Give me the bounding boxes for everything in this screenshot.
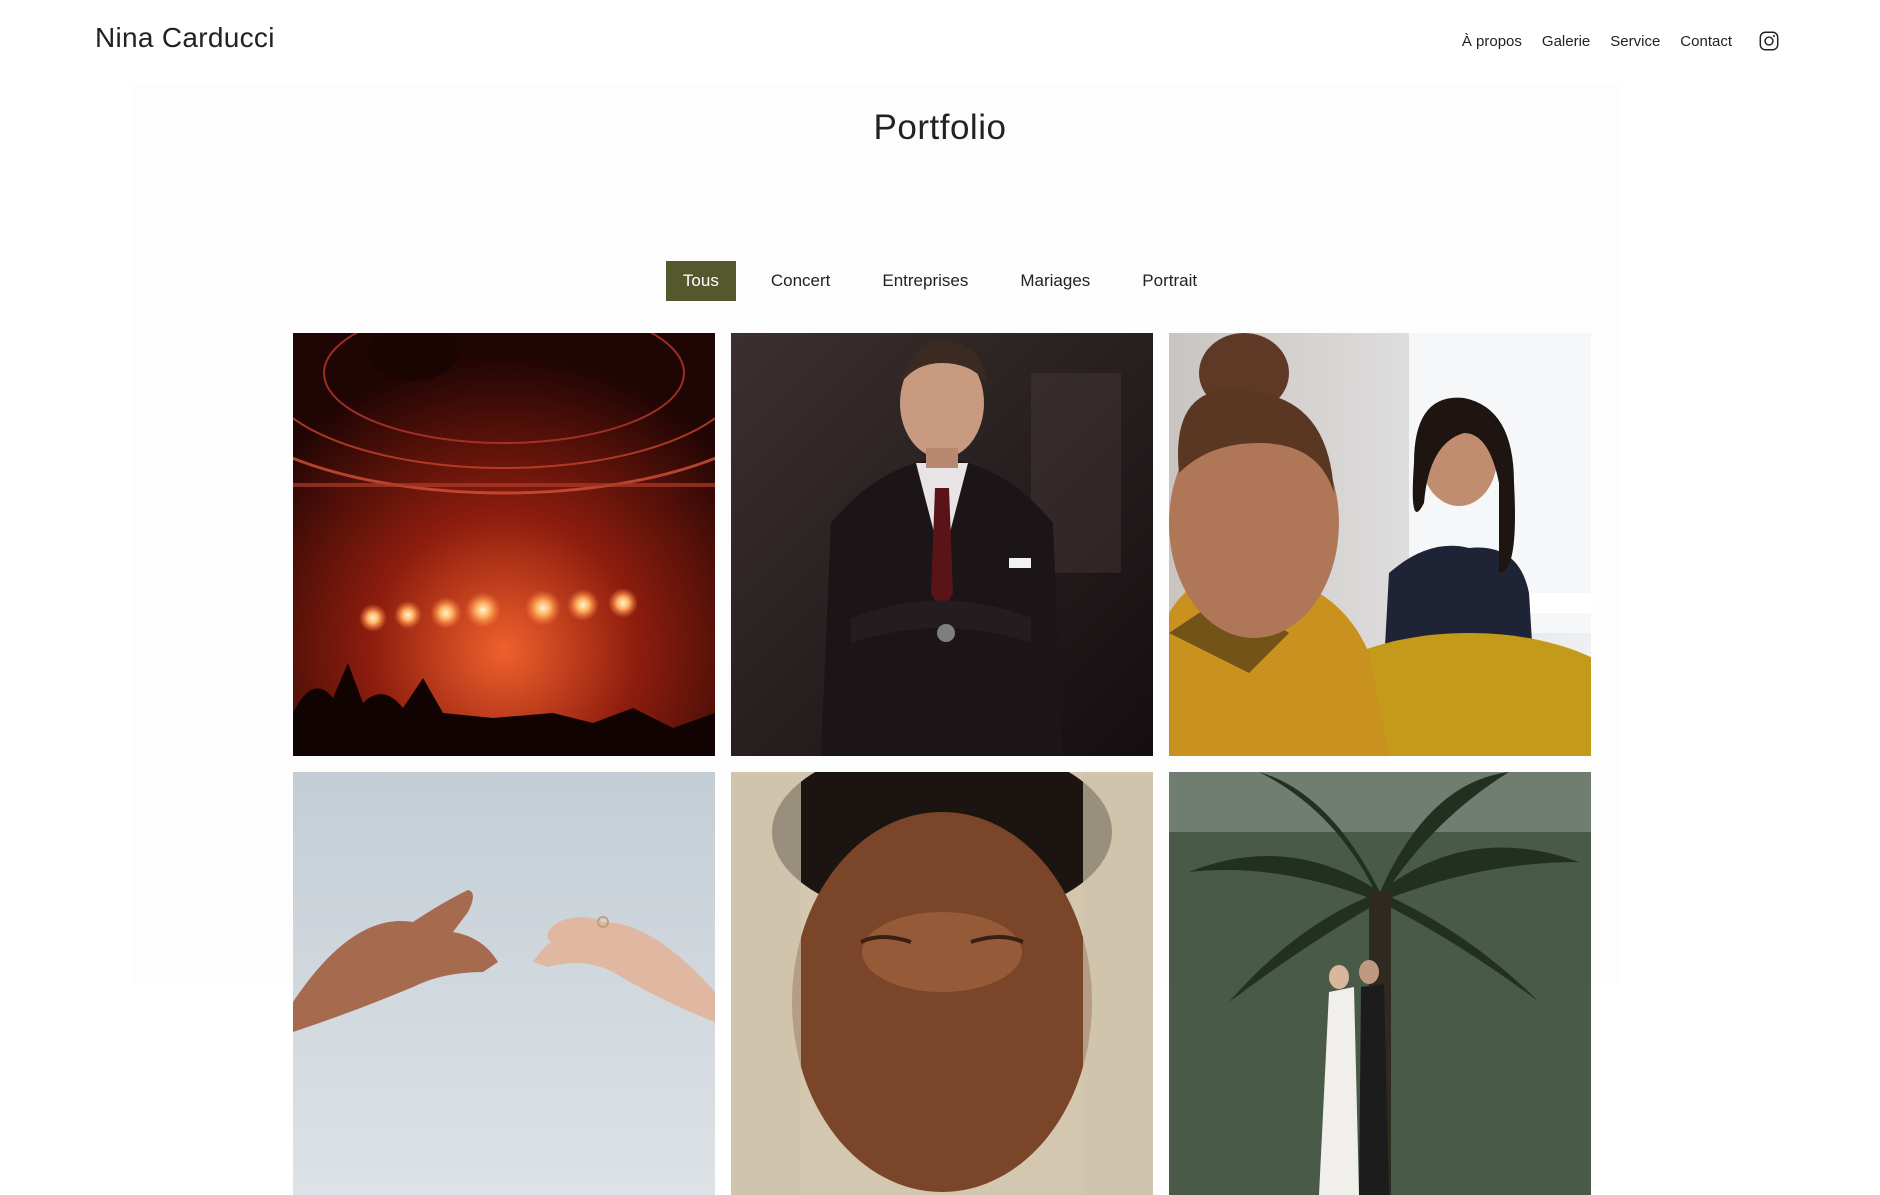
office-meeting-photo: [1169, 333, 1591, 756]
gallery-item-concert[interactable]: [293, 333, 715, 756]
concert-stage-photo: [293, 333, 715, 756]
gallery-grid: [293, 333, 1591, 1195]
filter-portrait[interactable]: Portrait: [1125, 261, 1214, 301]
gallery-item-office[interactable]: [1169, 333, 1591, 756]
gallery-filters: Tous Concert Entreprises Mariages Portra…: [0, 261, 1880, 301]
filter-entreprises[interactable]: Entreprises: [865, 261, 985, 301]
nav-link-service[interactable]: Service: [1610, 33, 1660, 50]
nav-link-about[interactable]: À propos: [1462, 33, 1522, 50]
man-portrait-closeup-photo: [731, 772, 1153, 1195]
filter-mariages[interactable]: Mariages: [1003, 261, 1107, 301]
gallery-item-wedding-hands[interactable]: [293, 772, 715, 1195]
main-nav: À propos Galerie Service Contact: [1462, 30, 1780, 52]
wedding-hands-photo: [293, 772, 715, 1195]
site-logo[interactable]: Nina Carducci: [95, 22, 275, 54]
page-title: Portfolio: [873, 108, 1007, 147]
nav-link-gallery[interactable]: Galerie: [1542, 33, 1590, 50]
nav-link-contact[interactable]: Contact: [1680, 33, 1732, 50]
couple-palm-tree-photo: [1169, 772, 1591, 1195]
gallery-item-businessman[interactable]: [731, 333, 1153, 756]
businessman-portrait-photo: [731, 333, 1153, 756]
instagram-icon[interactable]: [1758, 30, 1780, 52]
filter-tous[interactable]: Tous: [665, 261, 736, 301]
gallery-item-man-portrait[interactable]: [731, 772, 1153, 1195]
gallery-item-couple-palm[interactable]: [1169, 772, 1591, 1195]
filter-concert[interactable]: Concert: [754, 261, 848, 301]
site-header: Nina Carducci À propos Galerie Service C…: [0, 0, 1880, 84]
